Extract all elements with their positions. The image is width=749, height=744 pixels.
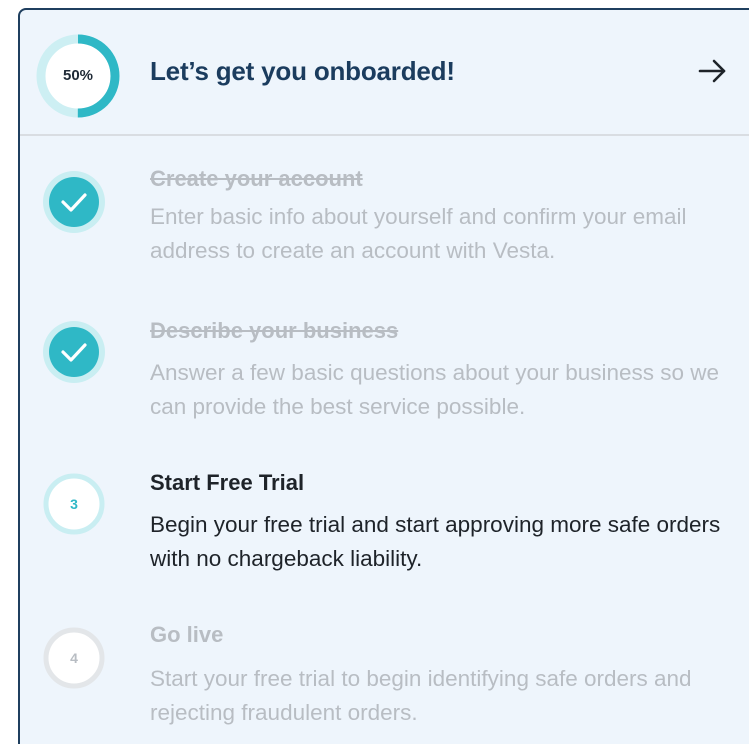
progress-ring: 50% — [36, 34, 120, 118]
onboarding-header[interactable]: 50% Let’s get you onboarded! — [20, 10, 749, 136]
step-number-badge: 4 — [42, 626, 106, 690]
check-icon — [42, 320, 106, 384]
step-description: Begin your free trial and start approvin… — [150, 512, 721, 571]
arrow-right-icon[interactable] — [696, 54, 730, 88]
progress-percent: 50% — [62, 67, 94, 84]
onboarding-panel: 50% Let’s get you onboarded! Create your… — [18, 8, 749, 744]
step-title: Describe your business — [150, 318, 399, 343]
step-number: 3 — [70, 496, 78, 512]
check-icon — [42, 170, 106, 234]
step-number: 4 — [70, 650, 78, 666]
step-description: Enter basic info about yourself and conf… — [150, 204, 687, 263]
step-description: Start your free trial to begin identifyi… — [150, 666, 692, 725]
step-number-badge: 3 — [42, 472, 106, 536]
step-description: Answer a few basic questions about your … — [150, 360, 720, 419]
page-title: Let’s get you onboarded! — [150, 56, 455, 86]
step-title: Create your account — [150, 166, 363, 191]
step-title: Go live — [150, 622, 224, 647]
step-title: Start Free Trial — [150, 470, 305, 495]
